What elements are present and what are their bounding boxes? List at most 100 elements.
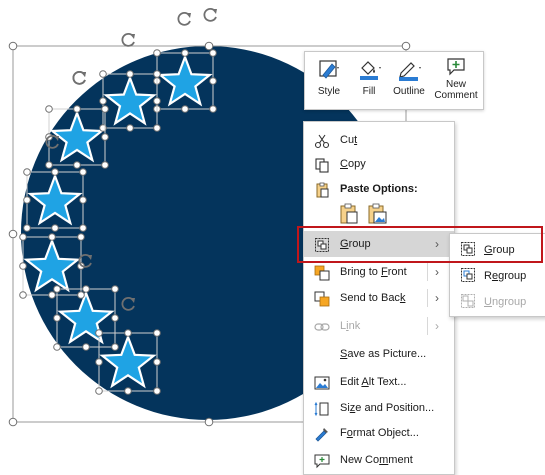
menu-item-edit-alt-text[interactable]: Edit Alt Text... — [304, 369, 454, 395]
resize-handle[interactable] — [209, 77, 217, 85]
rotate-handle-icon[interactable] — [72, 70, 86, 85]
resize-handle[interactable] — [209, 49, 217, 57]
outline-button[interactable]: Outline — [389, 52, 429, 109]
resize-handle[interactable] — [153, 124, 161, 132]
resize-handle[interactable] — [79, 224, 87, 232]
menu-item-new-comment[interactable]: New Comment — [304, 447, 454, 473]
resize-handle[interactable] — [181, 105, 189, 113]
rotate-handle-icon[interactable] — [203, 7, 217, 22]
resize-handle[interactable] — [77, 291, 85, 299]
resize-handle[interactable] — [153, 387, 161, 395]
send-to-back-arrow-icon[interactable]: › — [435, 291, 439, 305]
resize-handle[interactable] — [95, 387, 103, 395]
group-resize-handle[interactable] — [8, 417, 18, 427]
menu-item-send-to-back[interactable]: Send to Back › — [304, 285, 454, 311]
paste-options-label: Paste Options: — [340, 183, 418, 195]
resize-handle[interactable] — [111, 285, 119, 293]
resize-handle[interactable] — [77, 233, 85, 241]
group-resize-handle[interactable] — [401, 41, 411, 51]
resize-handle[interactable] — [53, 343, 61, 351]
menu-item-size-and-position[interactable]: Size and Position... — [304, 395, 454, 421]
resize-handle[interactable] — [73, 105, 81, 113]
style-button[interactable]: Style — [309, 52, 349, 109]
resize-handle[interactable] — [95, 358, 103, 366]
resize-handle[interactable] — [23, 168, 31, 176]
resize-handle[interactable] — [51, 168, 59, 176]
menu-item-link[interactable]: Link › — [304, 313, 454, 339]
resize-handle[interactable] — [126, 70, 134, 78]
format-object-icon — [315, 428, 328, 442]
resize-handle[interactable] — [101, 133, 109, 141]
resize-handle[interactable] — [53, 314, 61, 322]
paste-keep-formatting-icon — [340, 203, 358, 224]
resize-handle[interactable] — [99, 70, 107, 78]
resize-handle[interactable] — [209, 105, 217, 113]
resize-handle[interactable] — [53, 285, 61, 293]
resize-handle[interactable] — [19, 262, 27, 270]
resize-handle[interactable] — [111, 343, 119, 351]
resize-handle[interactable] — [79, 168, 87, 176]
resize-handle[interactable] — [45, 105, 53, 113]
link-icon — [314, 323, 330, 331]
resize-handle[interactable] — [82, 285, 90, 293]
resize-handle[interactable] — [153, 97, 161, 105]
resize-handle[interactable] — [73, 161, 81, 169]
resize-handle[interactable] — [124, 329, 132, 337]
menu-item-size-and-position-label: Size and Position... — [340, 402, 435, 414]
group-resize-handle[interactable] — [8, 229, 18, 239]
style-label: Style — [317, 86, 341, 97]
resize-handle[interactable] — [95, 329, 103, 337]
menu-item-save-as-picture-label: Save as Picture... — [340, 348, 427, 360]
outline-label: Outline — [393, 86, 425, 97]
submenu-item-regroup[interactable]: Regroup — [450, 262, 545, 288]
resize-handle[interactable] — [19, 233, 27, 241]
mini-toolbar: Style Fill Outline New Comment — [304, 51, 484, 110]
split-separator — [427, 263, 428, 281]
resize-handle[interactable] — [126, 124, 134, 132]
group-resize-handle[interactable] — [8, 41, 18, 51]
paste-icon — [316, 182, 329, 198]
split-separator — [427, 289, 428, 307]
paste-keep-source-button[interactable] — [338, 203, 360, 225]
submenu-item-ungroup[interactable]: Ungroup — [450, 288, 545, 314]
resize-handle[interactable] — [19, 291, 27, 299]
alt-text-icon — [314, 376, 330, 390]
resize-handle[interactable] — [51, 224, 59, 232]
resize-handle[interactable] — [23, 224, 31, 232]
new-comment-toolbar-button[interactable]: New Comment — [431, 52, 481, 109]
bring-to-front-arrow-icon[interactable]: › — [435, 265, 439, 279]
menu-item-new-comment-label: New Comment — [340, 454, 413, 466]
group-resize-handle[interactable] — [204, 417, 214, 427]
fill-button[interactable]: Fill — [351, 52, 387, 109]
menu-item-copy[interactable]: Copy — [304, 151, 454, 177]
menu-item-save-as-picture[interactable]: Save as Picture... — [304, 341, 454, 367]
resize-handle[interactable] — [153, 329, 161, 337]
resize-handle[interactable] — [124, 387, 132, 395]
resize-handle[interactable] — [82, 343, 90, 351]
menu-item-format-object[interactable]: Format Object... — [304, 420, 454, 446]
resize-handle[interactable] — [181, 49, 189, 57]
resize-handle[interactable] — [79, 196, 87, 204]
resize-handle[interactable] — [153, 358, 161, 366]
resize-handle[interactable] — [48, 291, 56, 299]
resize-handle[interactable] — [101, 105, 109, 113]
new-comment-icon — [447, 58, 465, 76]
style-icon — [319, 60, 339, 79]
resize-handle[interactable] — [111, 314, 119, 322]
group-resize-handle[interactable] — [204, 41, 214, 51]
split-separator — [427, 317, 428, 335]
resize-handle[interactable] — [101, 161, 109, 169]
paste-as-picture-button[interactable] — [366, 203, 388, 225]
rotate-handle-icon[interactable] — [177, 11, 191, 26]
menu-item-format-object-label: Format Object... — [340, 427, 419, 439]
resize-handle[interactable] — [45, 161, 53, 169]
resize-handle[interactable] — [99, 97, 107, 105]
resize-handle[interactable] — [153, 49, 161, 57]
menu-item-cut[interactable]: Cut — [304, 127, 454, 153]
resize-handle[interactable] — [48, 233, 56, 241]
resize-handle[interactable] — [23, 196, 31, 204]
size-position-icon — [314, 401, 329, 417]
resize-handle[interactable] — [153, 70, 161, 78]
bring-to-front-icon — [314, 265, 330, 281]
rotate-handle-icon[interactable] — [121, 32, 135, 47]
